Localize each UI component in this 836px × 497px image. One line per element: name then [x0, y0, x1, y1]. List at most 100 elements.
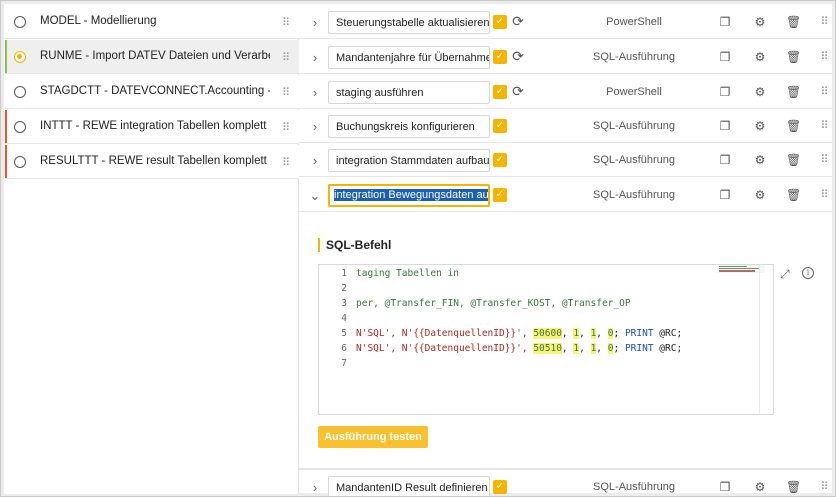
copy-icon[interactable]: ❐ [718, 15, 732, 29]
gear-icon[interactable]: ⚙ [753, 480, 767, 494]
process-label: STAGDCTT - DATEVCONNECT.Accounting - sta… [40, 85, 270, 97]
step-row: › integration Stammdaten aufbauen ✓ SQL-… [299, 143, 833, 177]
trash-icon[interactable]: 🗑 [786, 50, 801, 64]
code-rc: @RC; [653, 328, 683, 339]
trash-icon[interactable]: 🗑 [786, 153, 801, 167]
gear-icon[interactable]: ⚙ [753, 50, 767, 64]
sql-panel: SQL-Befehl 1 2 3 4 5 6 7 taging Tabellen… [299, 213, 833, 469]
step-type: SQL-Ausführung [593, 154, 675, 166]
chevron-right-icon[interactable]: › [309, 480, 321, 495]
process-label: INTTT - REWE integration Tabellen komple… [40, 120, 270, 132]
step-name-input[interactable]: MandantenID Result definieren [328, 476, 490, 496]
step-name-input[interactable]: integration Bewegungsdaten aufbau [328, 184, 490, 207]
chevron-right-icon[interactable]: › [309, 85, 321, 100]
test-execution-button[interactable]: Ausführung testen [318, 426, 428, 448]
drag-handle-icon[interactable]: ⠿ [817, 50, 831, 64]
step-name-input[interactable]: integration Stammdaten aufbauen [328, 149, 490, 172]
enabled-checkbox[interactable]: ✓ [493, 153, 507, 167]
step-type: SQL-Ausführung [593, 189, 675, 201]
chevron-right-icon[interactable]: › [309, 50, 321, 65]
code-keyword: PRINT [624, 328, 654, 339]
app-window: MODEL - Modellierung ⠿ RUNME - Import DA… [0, 0, 836, 497]
chevron-right-icon[interactable]: › [309, 153, 321, 168]
process-label: RUNME - Import DATEV Dateien und Verarbe… [40, 50, 270, 62]
step-row: › Mandantenjahre für Übernahme de ✓ ⟳ SQ… [299, 40, 833, 74]
line-number: 1 [341, 268, 347, 279]
step-list: › Steuerungstabelle aktualisieren ✓ ⟳ Po… [299, 5, 833, 496]
drag-handle-icon[interactable]: ⠿ [282, 16, 290, 29]
enabled-checkbox[interactable]: ✓ [493, 15, 507, 29]
process-item-resulttt[interactable]: RESULTTT - REWE result Tabellen komplett… [5, 145, 299, 179]
copy-icon[interactable]: ❐ [718, 85, 732, 99]
trash-icon[interactable]: 🗑 [786, 85, 801, 99]
step-type: PowerShell [606, 16, 662, 28]
step-name-input[interactable]: staging ausführen [328, 81, 490, 104]
step-row: › staging ausführen ✓ ⟳ PowerShell ❐ ⚙ 🗑… [299, 75, 833, 109]
line-number: 4 [341, 313, 347, 324]
minimap[interactable] [717, 265, 765, 273]
radio-button[interactable] [14, 16, 26, 28]
trash-icon[interactable]: 🗑 [786, 480, 801, 494]
step-name-input[interactable]: Mandantenjahre für Übernahme de [328, 46, 490, 69]
code-line-1: taging Tabellen in [356, 268, 459, 279]
drag-handle-icon[interactable]: ⠿ [817, 119, 831, 133]
step-type: SQL-Ausführung [593, 51, 675, 63]
trash-icon[interactable]: 🗑 [786, 188, 801, 202]
gear-icon[interactable]: ⚙ [753, 153, 767, 167]
drag-handle-icon[interactable]: ⠿ [817, 480, 831, 494]
step-name-input[interactable]: Steuerungstabelle aktualisieren [328, 11, 490, 34]
enabled-checkbox[interactable]: ✓ [493, 119, 507, 133]
sql-editor[interactable]: 1 2 3 4 5 6 7 taging Tabellen in per, @T… [318, 264, 774, 415]
copy-icon[interactable]: ❐ [718, 119, 732, 133]
drag-handle-icon[interactable]: ⠿ [817, 85, 831, 99]
process-item-stagdctt[interactable]: STAGDCTT - DATEVCONNECT.Accounting - sta… [5, 75, 299, 109]
enabled-checkbox[interactable]: ✓ [493, 188, 507, 202]
drag-handle-icon[interactable]: ⠿ [282, 121, 290, 134]
process-item-inttt[interactable]: INTTT - REWE integration Tabellen komple… [5, 110, 299, 144]
step-row: › MandantenID Result definieren ✓ SQL-Au… [299, 469, 833, 496]
process-list: MODEL - Modellierung ⠿ RUNME - Import DA… [5, 5, 299, 494]
radio-button[interactable] [14, 121, 26, 133]
copy-icon[interactable]: ❐ [718, 188, 732, 202]
selected-text: integration Bewegungsdaten aufbau [334, 189, 488, 201]
repeat-icon[interactable]: ⟳ [510, 83, 526, 99]
drag-handle-icon[interactable]: ⠿ [817, 188, 831, 202]
copy-icon[interactable]: ❐ [718, 50, 732, 64]
expand-icon[interactable]: ⤢ [780, 267, 790, 282]
chevron-right-icon[interactable]: › [309, 15, 321, 30]
chevron-right-icon[interactable]: › [309, 119, 321, 134]
copy-icon[interactable]: ❐ [718, 480, 732, 494]
code-semi: ; [613, 328, 620, 339]
code-number: 50510 [533, 343, 562, 354]
repeat-icon[interactable]: ⟳ [510, 13, 526, 29]
process-item-model[interactable]: MODEL - Modellierung ⠿ [5, 5, 299, 39]
radio-button-selected[interactable] [14, 51, 26, 63]
process-item-runme[interactable]: RUNME - Import DATEV Dateien und Verarbe… [5, 40, 299, 74]
drag-handle-icon[interactable]: ⠿ [817, 15, 831, 29]
radio-button[interactable] [14, 86, 26, 98]
gear-icon[interactable]: ⚙ [753, 15, 767, 29]
radio-button[interactable] [14, 156, 26, 168]
enabled-checkbox[interactable]: ✓ [493, 480, 507, 494]
drag-handle-icon[interactable]: ⠿ [282, 51, 290, 64]
copy-icon[interactable]: ❐ [718, 153, 732, 167]
gear-icon[interactable]: ⚙ [753, 188, 767, 202]
drag-handle-icon[interactable]: ⠿ [282, 86, 290, 99]
drag-handle-icon[interactable]: ⠿ [817, 153, 831, 167]
enabled-checkbox[interactable]: ✓ [493, 85, 507, 99]
repeat-icon[interactable]: ⟳ [510, 48, 526, 64]
info-icon[interactable]: i [802, 267, 814, 279]
step-row: › Buchungskreis konfigurieren ✓ SQL-Ausf… [299, 109, 833, 143]
editor-scrollbar[interactable] [759, 265, 773, 414]
code-keyword: PRINT [624, 343, 654, 354]
trash-icon[interactable]: 🗑 [786, 15, 801, 29]
enabled-checkbox[interactable]: ✓ [493, 50, 507, 64]
drag-handle-icon[interactable]: ⠿ [282, 156, 290, 169]
gear-icon[interactable]: ⚙ [753, 85, 767, 99]
trash-icon[interactable]: 🗑 [786, 119, 801, 133]
step-name-input[interactable]: Buchungskreis konfigurieren [328, 115, 490, 138]
gear-icon[interactable]: ⚙ [753, 119, 767, 133]
step-type: SQL-Ausführung [593, 120, 675, 132]
chevron-down-icon[interactable]: ⌄ [309, 188, 321, 204]
code-number: 50600 [533, 328, 562, 339]
